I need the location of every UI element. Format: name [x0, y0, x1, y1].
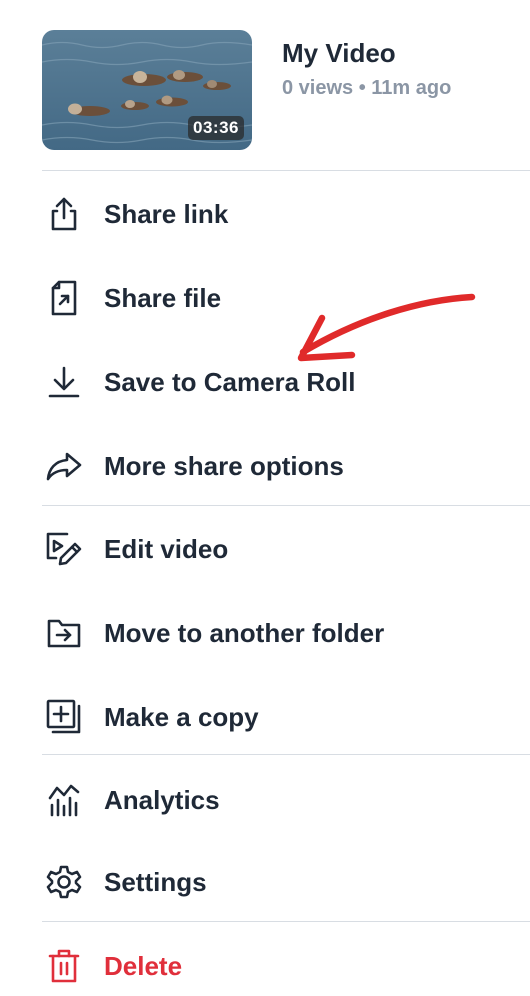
menu-label: Share file [104, 282, 222, 313]
menu-item-analytics[interactable]: Analytics [0, 758, 530, 842]
menu-item-settings[interactable]: Settings [0, 840, 530, 924]
menu-item-more-share-options[interactable]: More share options [0, 424, 530, 508]
menu-item-share-file[interactable]: Share file [0, 256, 530, 340]
menu-label: Analytics [104, 784, 220, 815]
forward-share-icon [44, 446, 84, 486]
menu-item-edit-video[interactable]: Edit video [0, 507, 530, 591]
menu-label: Delete [104, 950, 183, 981]
move-folder-icon [44, 613, 84, 653]
video-header: 03:36 My Video 0 views • 11m ago [42, 30, 530, 150]
menu-item-make-copy[interactable]: Make a copy [0, 675, 530, 759]
menu-label: More share options [104, 450, 344, 481]
menu-label: Make a copy [104, 701, 259, 732]
menu-label: Share link [104, 198, 229, 229]
edit-video-icon [44, 529, 84, 569]
menu-label: Move to another folder [104, 617, 385, 648]
menu-item-move-folder[interactable]: Move to another folder [0, 591, 530, 675]
menu-item-save-camera-roll[interactable]: Save to Camera Roll [0, 340, 530, 424]
copy-icon [44, 697, 84, 737]
divider [42, 505, 530, 506]
divider [42, 921, 530, 922]
video-meta: 0 views • 11m ago [282, 77, 452, 99]
video-thumbnail[interactable]: 03:36 [42, 30, 252, 150]
share-icon [44, 194, 84, 234]
trash-icon [44, 946, 84, 986]
share-file-icon [44, 278, 84, 318]
divider [42, 754, 530, 755]
video-duration: 03:36 [188, 116, 244, 140]
gear-icon [44, 862, 84, 902]
analytics-icon [44, 780, 84, 820]
divider [42, 170, 530, 171]
menu-item-delete[interactable]: Delete [0, 924, 530, 996]
menu-label: Settings [104, 866, 207, 897]
download-icon [44, 362, 84, 402]
menu-label: Save to Camera Roll [104, 366, 356, 397]
menu-item-share-link[interactable]: Share link [0, 172, 530, 256]
video-title: My Video [282, 38, 396, 68]
menu-label: Edit video [104, 533, 229, 564]
